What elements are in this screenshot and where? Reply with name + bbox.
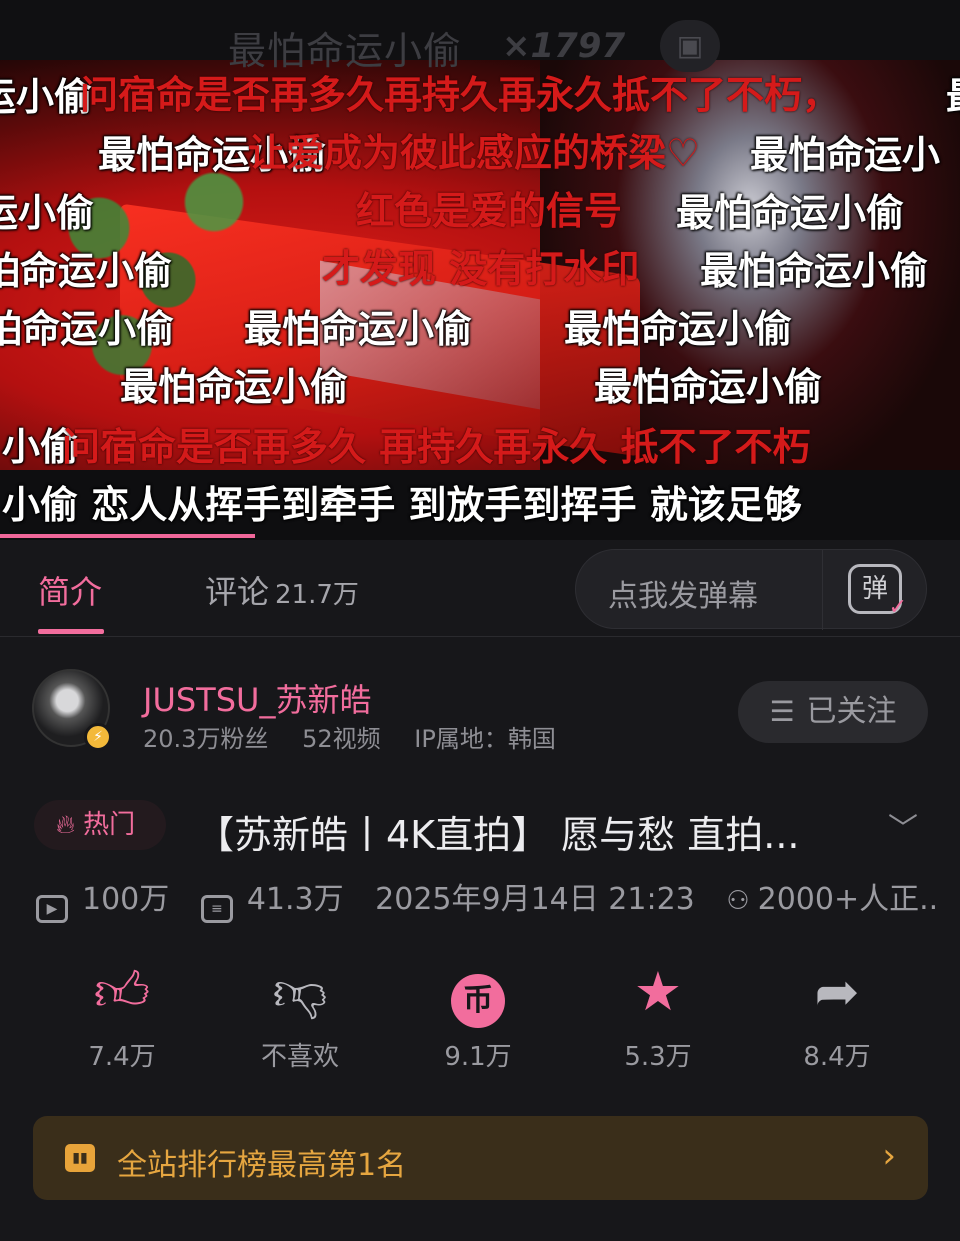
like-count: 7.4万 <box>88 1042 156 1072</box>
content-tabs: 简介 评论 21.7万 点我发弹幕 弹 ✓ <box>0 545 960 637</box>
play-icon: ▶ <box>36 895 68 923</box>
video-overlay-title: 最怕命运小偷 <box>228 29 463 73</box>
action-bar: 👍︎ 7.4万 👎︎ 不喜欢 币 9.1万 ★ 5.3万 ➦ 8.4万 <box>0 960 960 1080</box>
follow-button[interactable]: ☰ 已关注 <box>738 681 928 743</box>
video-overlay-count: ×1797 <box>502 26 626 66</box>
danmaku-toggle-glyph: 弹 <box>861 574 888 604</box>
share-count: 8.4万 <box>803 1042 871 1072</box>
menu-icon: ☰ <box>769 695 795 728</box>
dislike-label: 不喜欢 <box>260 1042 339 1072</box>
coin-icon: 币 <box>418 960 538 1028</box>
ranking-text: 全站排行榜最高第1名 <box>117 1148 407 1183</box>
check-icon: ✓ <box>888 595 907 620</box>
uploader-name[interactable]: JUSTSU_苏新皓 <box>143 675 371 721</box>
danmaku-item: 让爱成为彼此感应的桥梁♡ <box>248 131 701 175</box>
danmaku-item: 才发现 没有打水印 <box>322 247 640 291</box>
like-button[interactable]: 👍︎ 7.4万 <box>62 960 182 1073</box>
danmaku-item: 问宿命是否再多久 再持久再永久 抵不了不朽 <box>62 425 811 469</box>
thumbs-up-icon: 👍︎ <box>93 960 151 1023</box>
favorite-count: 5.3万 <box>624 1042 692 1072</box>
uploader-stats: 20.3万粉丝 52视频 IP属地：韩国 <box>143 719 582 754</box>
uploader-videos: 52视频 <box>302 725 381 753</box>
danmaku-item: 红色是爱的信号 <box>356 189 623 233</box>
danmaku-toggle-icon[interactable]: 弹 ✓ <box>848 564 907 619</box>
danmaku-item: 小偷 恋人从挥手到牵手 到放手到挥手 就该足够 <box>2 483 802 527</box>
hot-label: 热门 <box>83 810 136 840</box>
danmaku-item: 最怕命运小 <box>750 133 941 177</box>
lightning-icon: ⚡ <box>84 723 112 751</box>
danmaku-count-value: 41.3万 <box>246 882 344 917</box>
danmaku-item: 最怕命运小偷 <box>244 307 473 351</box>
danmaku-item: 最怕命运小偷 <box>594 365 823 409</box>
tab-intro-label: 简介 <box>38 573 103 611</box>
danmaku-item: 运小偷 <box>0 191 95 235</box>
tab-active-indicator <box>38 629 104 634</box>
ranking-banner[interactable]: ▮▮ 全站排行榜最高第1名 › <box>33 1116 928 1200</box>
play-count-value: 100万 <box>82 882 170 917</box>
video-player[interactable]: 最怕命运小偷 ×1797 ▣ 运小偷 问宿命是否再多久再持久再永久抵不了不朽， … <box>0 0 960 540</box>
tab-comments-count: 21.7万 <box>275 580 359 610</box>
publish-datetime: 2025年9月14日 21:23 <box>375 882 695 917</box>
danmaku-input-placeholder: 点我发弹幕 <box>608 579 758 614</box>
chevron-right-icon: › <box>882 1136 896 1176</box>
danmaku-item: 最怕命运小偷 <box>120 365 349 409</box>
follow-label: 已关注 <box>806 694 897 729</box>
share-button[interactable]: ➦ 8.4万 <box>777 960 897 1073</box>
coin-count: 9.1万 <box>444 1042 512 1072</box>
dislike-button[interactable]: 👎︎ 不喜欢 <box>240 960 360 1073</box>
tab-comments[interactable]: 评论 21.7万 <box>205 567 359 613</box>
watching-now: ⚇ 2000+人正.. <box>726 882 938 917</box>
share-icon: ➦ <box>814 960 860 1023</box>
danmaku-icon: ≡ <box>200 895 233 923</box>
danmaku-item: 问宿命是否再多久再持久再永久抵不了不朽， <box>80 73 841 117</box>
uploader-fans: 20.3万粉丝 <box>143 725 269 753</box>
star-icon: ★ <box>633 960 683 1023</box>
watching-now-value: 2000+人正.. <box>757 882 939 917</box>
danmaku-item: 怕命运小偷 <box>0 307 175 351</box>
video-title: 【苏新皓丨4K直拍】 愿与愁 直拍... <box>196 813 800 857</box>
video-progress-bar[interactable] <box>0 534 255 538</box>
coin-button[interactable]: 币 9.1万 <box>418 960 538 1073</box>
flame-icon: 🔥︎ <box>56 810 76 840</box>
chevron-down-icon[interactable]: ﹀ <box>888 804 918 848</box>
danmaku-item: 最怕命运小偷 <box>564 307 793 351</box>
tab-intro[interactable]: 简介 <box>38 567 104 634</box>
divider <box>822 550 823 630</box>
danmaku-item: 最怕命运小偷 <box>700 249 929 293</box>
video-meta: ▶ 100万 ≡ 41.3万 2025年9月14日 21:23 ⚇ 2000+人正.. <box>36 874 938 923</box>
play-count: ▶ 100万 <box>36 882 170 923</box>
tv-icon: ▣ <box>660 20 720 72</box>
people-icon: ⚇ <box>726 886 750 916</box>
danmaku-input[interactable]: 点我发弹幕 弹 ✓ <box>575 549 927 630</box>
danmaku-item: 运小偷 <box>0 75 93 119</box>
uploader-ip: IP属地：韩国 <box>414 725 556 753</box>
uploader-card: ⚡ JUSTSU_苏新皓 20.3万粉丝 52视频 IP属地：韩国 ☰ 已关注 <box>0 655 960 765</box>
danmaku-item: 怕命运小偷 <box>0 249 173 293</box>
danmaku-count: ≡ 41.3万 <box>200 882 344 923</box>
hot-badge[interactable]: 🔥︎ 热门 <box>34 800 166 850</box>
tab-comments-label: 评论 <box>205 573 270 611</box>
favorite-button[interactable]: ★ 5.3万 <box>598 960 718 1073</box>
thumbs-down-icon: 👎︎ <box>272 960 328 1023</box>
ranking-icon: ▮▮ <box>65 1144 95 1172</box>
danmaku-item: 最 <box>946 78 960 116</box>
danmaku-item: 最怕命运小偷 <box>676 191 905 235</box>
